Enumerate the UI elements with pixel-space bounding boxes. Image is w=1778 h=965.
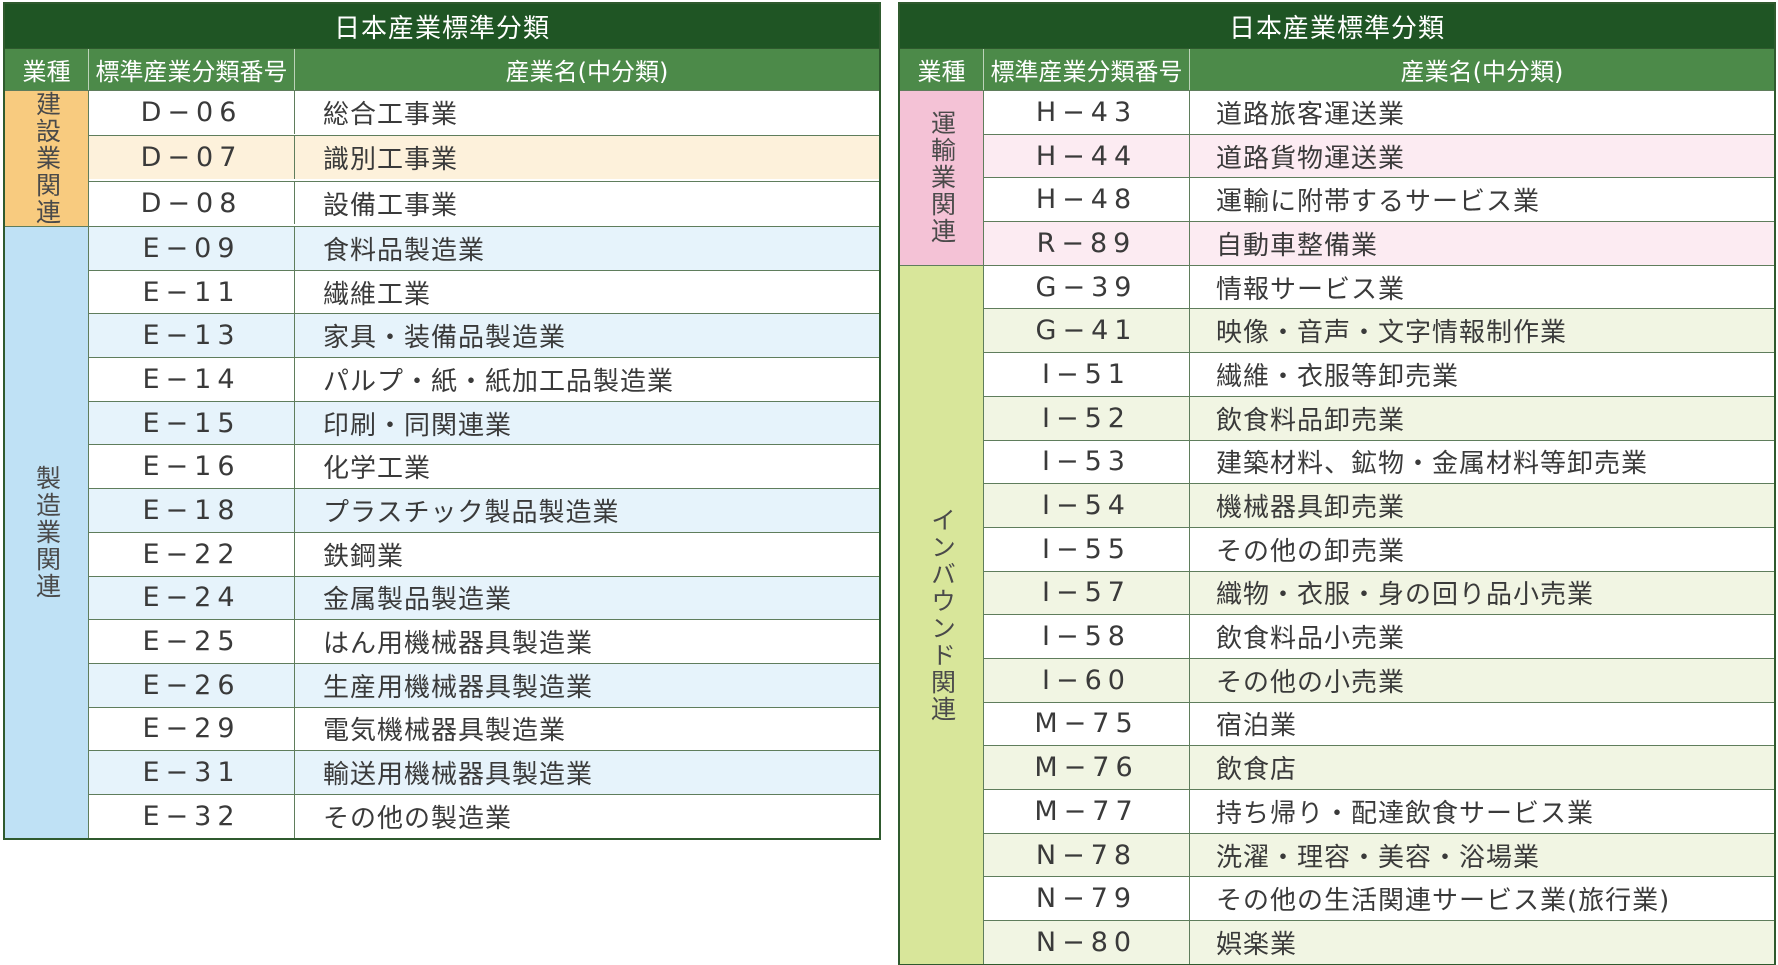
row-code: R−89 [984, 221, 1190, 265]
group-transport: 運輸業関連 H−43 道路旅客運送業 H−44 道路貨物運送業 H−48 運輸に… [900, 90, 1774, 265]
row-code: E−32 [89, 793, 295, 838]
row-name: 情報サービス業 [1190, 264, 1774, 309]
row-name: 輸送用機械器具製造業 [295, 750, 879, 794]
row-code: E−31 [89, 750, 295, 794]
row-name: 識別工事業 [295, 135, 879, 180]
row-code: E−11 [89, 269, 295, 314]
row-name: はん用機械器具製造業 [295, 619, 879, 663]
row-name: 飲食料品小売業 [1190, 614, 1774, 658]
category-label: インバウンド関連 [900, 264, 984, 964]
row-code: E−26 [89, 662, 295, 707]
group-inbound: インバウンド関連 G−39 情報サービス業 G−41 映像・音声・文字情報制作業… [900, 264, 1774, 964]
table-header: 業種 標準産業分類番号 産業名(中分類) [5, 48, 879, 90]
row-name: 宿泊業 [1190, 701, 1774, 746]
row-code: M−76 [984, 745, 1190, 789]
row-name: その他の生活関連サービス業(旅行業) [1190, 876, 1774, 920]
row-name: 道路旅客運送業 [1190, 90, 1774, 134]
row-code: I−52 [984, 395, 1190, 440]
row-code: I−60 [984, 657, 1190, 702]
row-code: M−77 [984, 789, 1190, 833]
row-code: E−18 [89, 488, 295, 532]
row-code: G−39 [984, 264, 1190, 309]
row-name: 持ち帰り・配達飲食サービス業 [1190, 789, 1774, 833]
row-code: D−06 [89, 90, 295, 134]
row-name: その他の卸売業 [1190, 526, 1774, 571]
row-name: 生産用機械器具製造業 [295, 662, 879, 707]
row-code: E−09 [89, 226, 295, 270]
row-name: プラスチック製品製造業 [295, 488, 879, 532]
row-code: I−53 [984, 439, 1190, 484]
industry-table-left: 日本産業標準分類 業種 標準産業分類番号 産業名(中分類) 建設業関連 D−06… [3, 2, 881, 840]
row-name: 鉄鋼業 [295, 531, 879, 576]
row-name: 映像・音声・文字情報制作業 [1190, 308, 1774, 353]
row-code: E−25 [89, 619, 295, 663]
row-name: 娯楽業 [1190, 920, 1774, 964]
row-name: 織物・衣服・身の回り品小売業 [1190, 570, 1774, 615]
row-code: E−13 [89, 313, 295, 358]
header-code: 標準産業分類番号 [89, 49, 295, 90]
category-label: 建設業関連 [5, 90, 89, 226]
row-code: E−16 [89, 444, 295, 489]
row-name: その他の製造業 [295, 793, 879, 838]
row-code: H−48 [984, 177, 1190, 222]
row-name: 繊維工業 [295, 269, 879, 314]
row-name: 化学工業 [295, 444, 879, 488]
row-name: その他の小売業 [1190, 657, 1774, 702]
row-name: 機械器具卸売業 [1190, 483, 1774, 527]
group-construction: 建設業関連 D−06 総合工事業 D−07 識別工事業 D−08 設備工事業 [5, 90, 879, 226]
row-name: 飲食店 [1190, 745, 1774, 789]
row-name: 建築材料、鉱物・金属材料等卸売業 [1190, 439, 1774, 484]
row-code: I−54 [984, 483, 1190, 527]
category-label: 製造業関連 [5, 226, 89, 838]
header-industry: 業種 [900, 49, 984, 90]
row-name: 自動車整備業 [1190, 221, 1774, 265]
row-name: パルプ・紙・紙加工品製造業 [295, 357, 879, 401]
row-name: 総合工事業 [295, 90, 879, 134]
row-code: M−75 [984, 701, 1190, 746]
row-name: 設備工事業 [295, 180, 879, 225]
header-name: 産業名(中分類) [1400, 58, 1564, 86]
row-code: H−44 [984, 133, 1190, 178]
category-label: 運輸業関連 [900, 90, 984, 265]
row-name: 電気機械器具製造業 [295, 706, 879, 751]
row-code: D−08 [89, 180, 295, 225]
row-code: G−41 [984, 308, 1190, 353]
row-code: I−55 [984, 526, 1190, 571]
row-code: D−07 [89, 135, 295, 180]
row-code: N−78 [984, 832, 1190, 877]
group-manufacturing: 製造業関連 E−09 食料品製造業 E−11 繊維工業 E−13 家具・装備品製… [5, 226, 879, 838]
row-name: 運輸に附帯するサービス業 [1190, 177, 1774, 221]
header-code: 標準産業分類番号 [984, 49, 1190, 90]
row-name: 食料品製造業 [295, 226, 879, 270]
row-code: I−58 [984, 614, 1190, 658]
row-name: 洗濯・理容・美容・浴場業 [1190, 832, 1774, 877]
row-code: I−51 [984, 352, 1190, 396]
row-code: H−43 [984, 90, 1190, 134]
row-name: 道路貨物運送業 [1190, 133, 1774, 178]
row-code: N−79 [984, 876, 1190, 921]
table-header: 業種 標準産業分類番号 産業名(中分類) [900, 48, 1774, 90]
table-title: 日本産業標準分類 [5, 4, 879, 48]
row-code: E−22 [89, 531, 295, 576]
row-name: 繊維・衣服等卸売業 [1190, 352, 1774, 396]
header-name: 産業名(中分類) [505, 58, 669, 86]
row-code: E−15 [89, 400, 295, 445]
row-code: E−24 [89, 575, 295, 620]
row-code: E−14 [89, 357, 295, 401]
row-code: I−57 [984, 570, 1190, 615]
row-name: 印刷・同関連業 [295, 400, 879, 445]
industry-table-right: 日本産業標準分類 業種 標準産業分類番号 産業名(中分類) 運輸業関連 H−43… [898, 2, 1776, 965]
header-industry: 業種 [5, 49, 89, 90]
row-name: 飲食料品卸売業 [1190, 395, 1774, 440]
row-name: 金属製品製造業 [295, 575, 879, 620]
table-title: 日本産業標準分類 [900, 4, 1774, 48]
row-code: N−80 [984, 920, 1190, 964]
row-code: E−29 [89, 706, 295, 751]
row-name: 家具・装備品製造業 [295, 313, 879, 358]
